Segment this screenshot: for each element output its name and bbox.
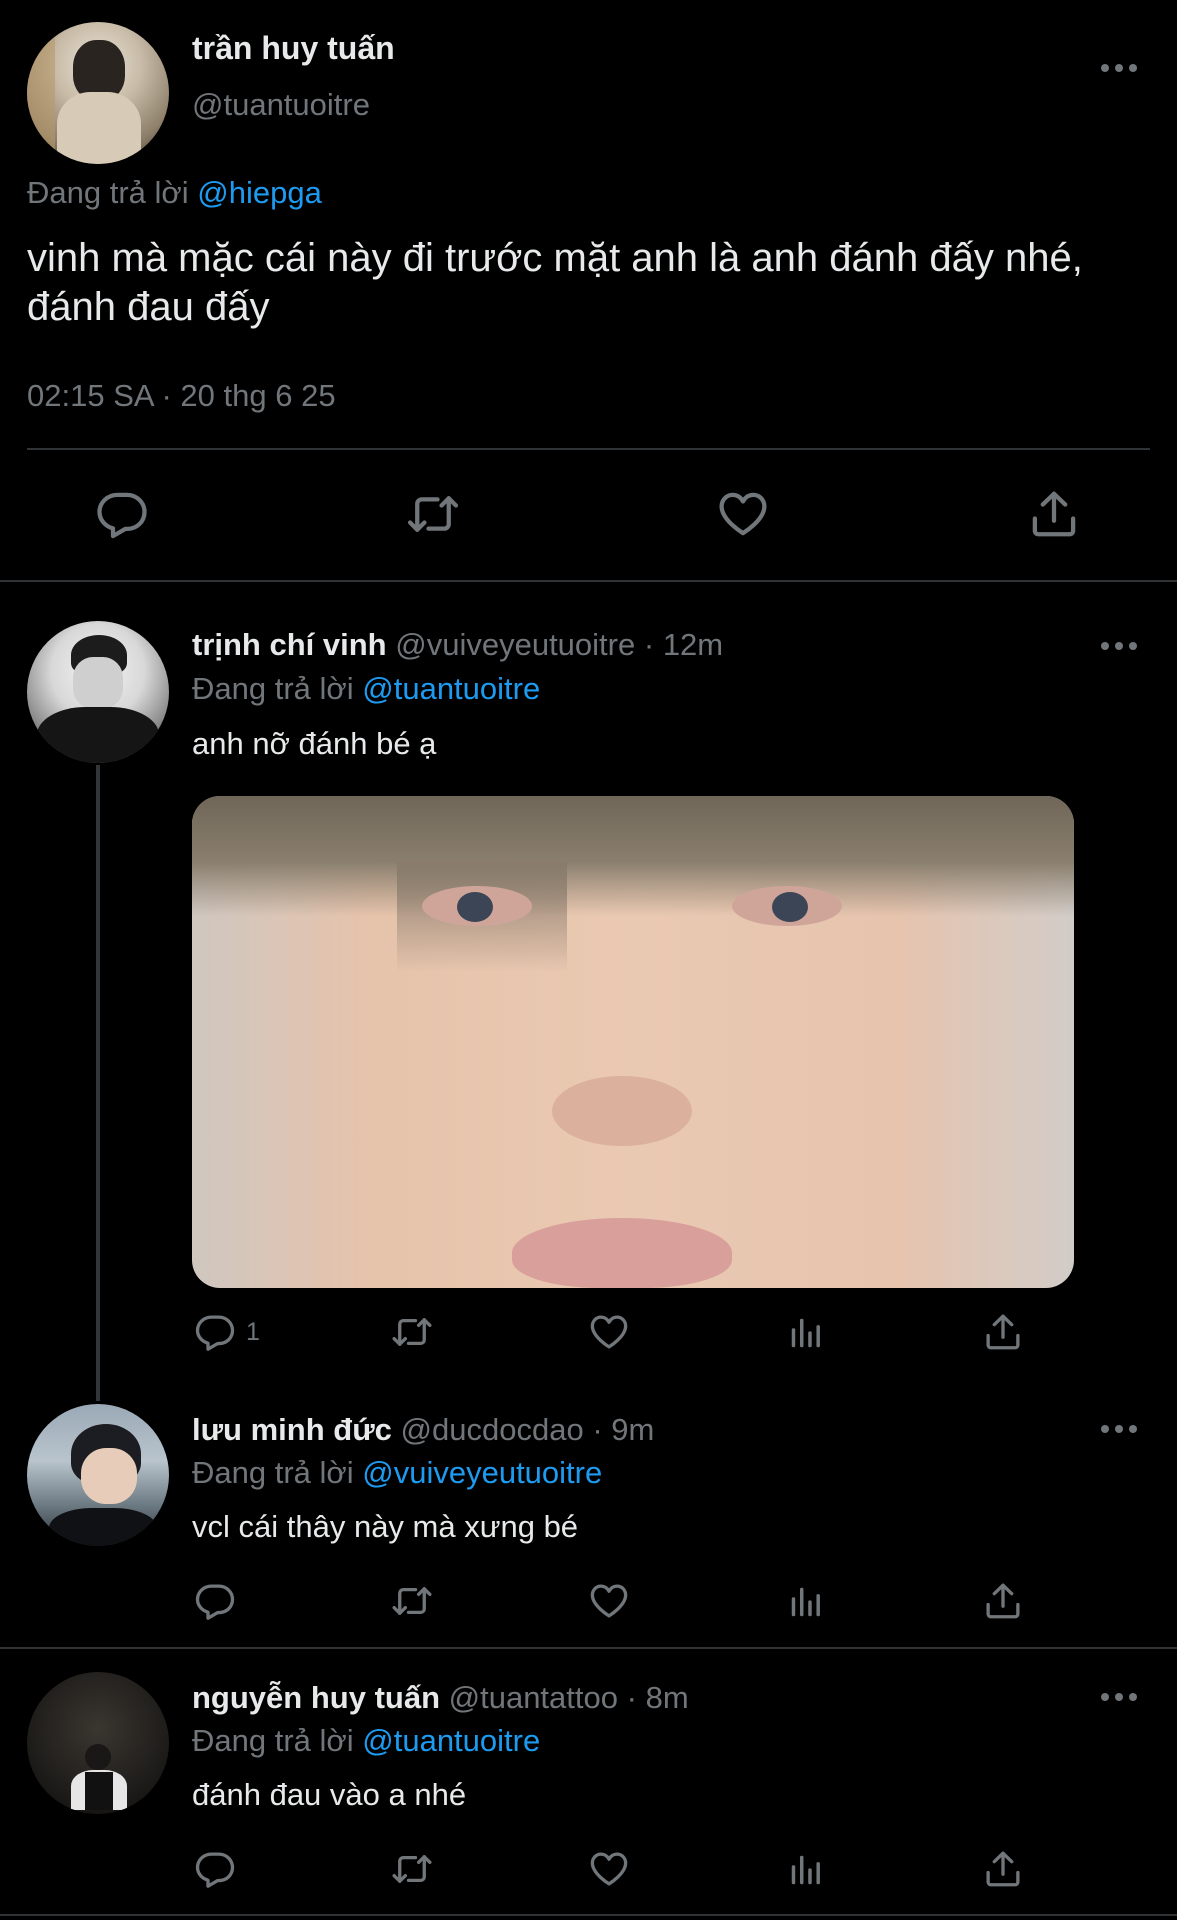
separator: · xyxy=(592,1412,603,1447)
handle[interactable]: @ducdocdao xyxy=(401,1412,584,1447)
replying-label: Đang trả lời xyxy=(27,175,189,210)
more-icon[interactable] xyxy=(1101,62,1137,74)
divider xyxy=(0,1647,1177,1649)
divider xyxy=(0,580,1177,582)
reply-count: 1 xyxy=(246,1318,260,1346)
time: 02:15 SA xyxy=(27,378,153,413)
mention-link[interactable]: @tuantuoitre xyxy=(362,671,540,706)
separator: · xyxy=(161,378,172,413)
share-icon[interactable] xyxy=(982,1580,1024,1622)
timestamp[interactable]: 02:15 SA · 20 thg 6 25 xyxy=(27,378,336,414)
replying-to: Đang trả lời @vuiveyeutuoitre xyxy=(192,1455,602,1491)
handle[interactable]: @tuantattoo xyxy=(449,1680,618,1715)
share-icon[interactable] xyxy=(982,1311,1024,1353)
mention-link[interactable]: @vuiveyeutuoitre xyxy=(362,1455,602,1490)
reply-text: vcl cái thây này mà xưng bé xyxy=(192,1509,579,1544)
mention-link[interactable]: @tuantuoitre xyxy=(362,1723,540,1758)
display-name[interactable]: trần huy tuấn xyxy=(192,30,395,67)
reply-icon[interactable] xyxy=(194,1848,236,1890)
replying-label: Đang trả lời xyxy=(192,1723,354,1758)
reply-text: đánh đau vào a nhé xyxy=(192,1777,467,1812)
handle[interactable]: @tuantuoitre xyxy=(192,87,370,123)
separator: · xyxy=(643,627,655,662)
replying-label: Đang trả lời xyxy=(192,671,354,706)
reply-text: anh nỡ đánh bé ạ xyxy=(192,726,437,761)
views-icon[interactable] xyxy=(787,1850,825,1890)
date: 20 thg 6 25 xyxy=(180,378,336,413)
avatar[interactable] xyxy=(27,1672,169,1814)
retweet-icon[interactable] xyxy=(388,1848,436,1890)
reply-icon[interactable] xyxy=(194,1580,236,1622)
display-name[interactable]: lưu minh đức xyxy=(192,1412,392,1447)
thread-line xyxy=(96,765,100,1401)
reply-header: nguyễn huy tuấn @tuantattoo · 8m xyxy=(192,1680,689,1716)
views-icon[interactable] xyxy=(787,1313,825,1353)
replying-label: Đang trả lời xyxy=(192,1455,354,1490)
display-name[interactable]: nguyễn huy tuấn xyxy=(192,1680,440,1715)
reply-time[interactable]: 12m xyxy=(663,627,723,662)
separator: · xyxy=(626,1680,637,1715)
reply-icon[interactable] xyxy=(194,1311,236,1353)
heart-icon[interactable] xyxy=(588,1580,630,1622)
reply-time[interactable]: 8m xyxy=(646,1680,689,1715)
avatar[interactable] xyxy=(27,621,169,763)
more-icon[interactable] xyxy=(1101,1423,1137,1435)
retweet-icon[interactable] xyxy=(388,1311,436,1353)
share-icon[interactable] xyxy=(982,1848,1024,1890)
handle[interactable]: @vuiveyeutuoitre xyxy=(395,627,635,662)
replying-to: Đang trả lời @tuantuoitre xyxy=(192,1723,540,1759)
divider xyxy=(27,448,1150,450)
heart-icon[interactable] xyxy=(588,1311,630,1353)
more-icon[interactable] xyxy=(1101,1691,1137,1703)
reply-header: lưu minh đức @ducdocdao · 9m xyxy=(192,1412,654,1448)
retweet-icon[interactable] xyxy=(403,487,463,541)
replying-to: Đang trả lời @hiepga xyxy=(27,175,322,211)
share-icon[interactable] xyxy=(1027,487,1081,541)
reply-time[interactable]: 9m xyxy=(611,1412,654,1447)
mention-link[interactable]: @hiepga xyxy=(197,175,322,210)
more-icon[interactable] xyxy=(1101,640,1137,652)
reply-icon[interactable] xyxy=(95,487,149,541)
avatar[interactable] xyxy=(27,22,169,164)
media-photo[interactable] xyxy=(192,796,1074,1288)
reply-header: trịnh chí vinh @vuiveyeutuoitre · 12m xyxy=(192,627,723,663)
divider xyxy=(0,1914,1177,1916)
avatar[interactable] xyxy=(27,1404,169,1546)
tweet-text-line1: vinh mà mặc cái này đi trước mặt anh là … xyxy=(27,236,1083,280)
replying-to: Đang trả lời @tuantuoitre xyxy=(192,671,540,707)
tweet-text-line2: đánh đau đấy xyxy=(27,285,270,329)
views-icon[interactable] xyxy=(787,1582,825,1622)
heart-icon[interactable] xyxy=(588,1848,630,1890)
display-name[interactable]: trịnh chí vinh xyxy=(192,627,387,662)
retweet-icon[interactable] xyxy=(388,1580,436,1622)
heart-icon[interactable] xyxy=(716,487,770,541)
